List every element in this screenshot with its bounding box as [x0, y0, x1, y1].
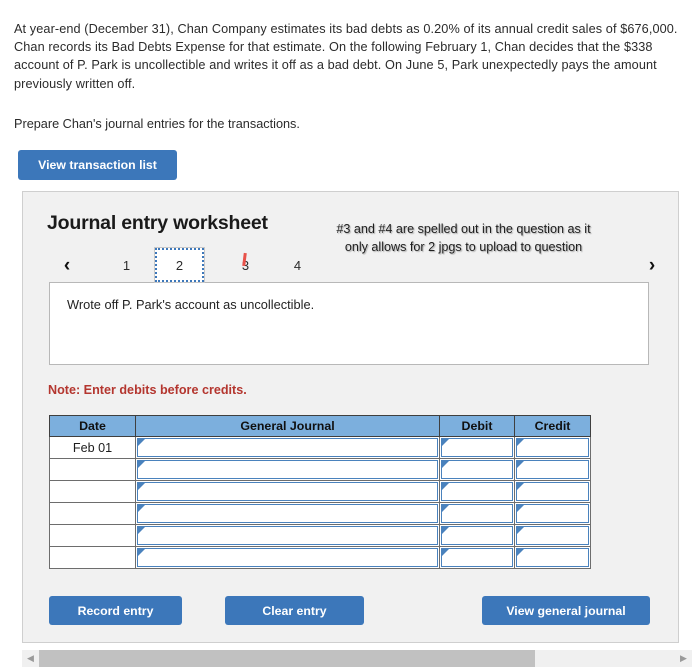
worksheet-tab-3[interactable]: 3: [221, 248, 270, 282]
general-journal-cell[interactable]: [135, 546, 440, 569]
debit-input[interactable]: [441, 438, 513, 457]
debit-input[interactable]: [441, 460, 513, 479]
credit-cell[interactable]: [514, 524, 591, 547]
credit-input[interactable]: [516, 482, 589, 501]
worksheet-tab-strip: ‹ 1 2 3 4 ›: [41, 247, 661, 284]
clear-entry-button[interactable]: Clear entry: [225, 596, 364, 625]
general-journal-cell[interactable]: [135, 480, 440, 503]
date-cell[interactable]: [49, 502, 136, 525]
debit-input[interactable]: [441, 504, 513, 523]
debit-cell[interactable]: [439, 480, 515, 503]
worksheet-tab-4-label: 4: [293, 257, 302, 273]
question-prompt: Prepare Chan's journal entries for the t…: [14, 116, 300, 131]
general-journal-cell[interactable]: [135, 458, 440, 481]
table-row: [49, 458, 591, 481]
debit-cell[interactable]: [439, 502, 515, 525]
credit-cell[interactable]: [514, 458, 591, 481]
credit-cell[interactable]: [514, 480, 591, 503]
general-journal-input[interactable]: [137, 548, 438, 567]
date-cell[interactable]: [49, 458, 136, 481]
record-entry-button[interactable]: Record entry: [49, 596, 182, 625]
table-row: [49, 546, 591, 569]
debit-input[interactable]: [441, 482, 513, 501]
table-row: [49, 480, 591, 503]
credit-cell[interactable]: [514, 502, 591, 525]
transaction-description-box: Wrote off P. Park's account as uncollect…: [49, 282, 649, 365]
worksheet-tab-3-label: 3: [241, 257, 250, 273]
credit-input[interactable]: [516, 460, 589, 479]
column-header-debit: Debit: [439, 415, 515, 437]
table-row: [49, 524, 591, 547]
worksheet-tab-1[interactable]: 1: [102, 248, 151, 282]
date-cell[interactable]: [49, 524, 136, 547]
date-cell[interactable]: [49, 480, 136, 503]
debit-input[interactable]: [441, 548, 513, 567]
column-header-credit: Credit: [514, 415, 591, 437]
previous-tab-chevron-icon[interactable]: ‹: [54, 250, 80, 280]
worksheet-tab-2-label: 2: [175, 257, 184, 273]
credit-input[interactable]: [516, 504, 589, 523]
question-block: At year-end (December 31), Chan Company …: [14, 20, 679, 133]
date-cell[interactable]: [49, 546, 136, 569]
debit-cell[interactable]: [439, 436, 515, 459]
credit-input[interactable]: [516, 526, 589, 545]
table-row: [49, 502, 591, 525]
scrollbar-track[interactable]: [39, 650, 675, 667]
view-general-journal-button[interactable]: View general journal: [482, 596, 650, 625]
general-journal-cell[interactable]: [135, 502, 440, 525]
worksheet-tab-4[interactable]: 4: [273, 248, 322, 282]
journal-entry-worksheet-panel: Journal entry worksheet #3 and #4 are sp…: [22, 191, 679, 643]
next-tab-chevron-icon[interactable]: ›: [639, 250, 665, 280]
table-header-row: Date General Journal Debit Credit: [49, 415, 591, 437]
general-journal-cell[interactable]: [135, 436, 440, 459]
general-journal-input[interactable]: [137, 526, 438, 545]
transaction-description-text: Wrote off P. Park's account as uncollect…: [67, 297, 315, 312]
debit-cell[interactable]: [439, 546, 515, 569]
horizontal-scrollbar[interactable]: ◀ ▶: [22, 650, 692, 667]
question-paragraph: At year-end (December 31), Chan Company …: [14, 22, 678, 91]
general-journal-input[interactable]: [137, 482, 438, 501]
column-header-general-journal: General Journal: [135, 415, 440, 437]
scrollbar-thumb[interactable]: [39, 650, 536, 667]
debit-cell[interactable]: [439, 524, 515, 547]
credit-cell[interactable]: [514, 546, 591, 569]
scroll-left-arrow-icon[interactable]: ◀: [22, 650, 39, 667]
date-cell[interactable]: Feb 01: [49, 436, 136, 459]
worksheet-tab-1-label: 1: [122, 257, 131, 273]
general-journal-input[interactable]: [137, 504, 438, 523]
credit-cell[interactable]: [514, 436, 591, 459]
column-header-date: Date: [49, 415, 136, 437]
worksheet-title: Journal entry worksheet: [47, 212, 268, 234]
worksheet-tab-2[interactable]: 2: [154, 247, 205, 283]
debit-cell[interactable]: [439, 458, 515, 481]
debits-before-credits-note: Note: Enter debits before credits.: [48, 383, 247, 397]
general-journal-cell[interactable]: [135, 524, 440, 547]
credit-input[interactable]: [516, 548, 589, 567]
debit-input[interactable]: [441, 526, 513, 545]
credit-input[interactable]: [516, 438, 589, 457]
view-transaction-list-button[interactable]: View transaction list: [18, 150, 177, 180]
scroll-right-arrow-icon[interactable]: ▶: [675, 650, 692, 667]
general-journal-input[interactable]: [137, 438, 438, 457]
journal-entry-table: Date General Journal Debit Credit Feb 01: [49, 415, 591, 569]
table-row: Feb 01: [49, 436, 591, 459]
general-journal-input[interactable]: [137, 460, 438, 479]
